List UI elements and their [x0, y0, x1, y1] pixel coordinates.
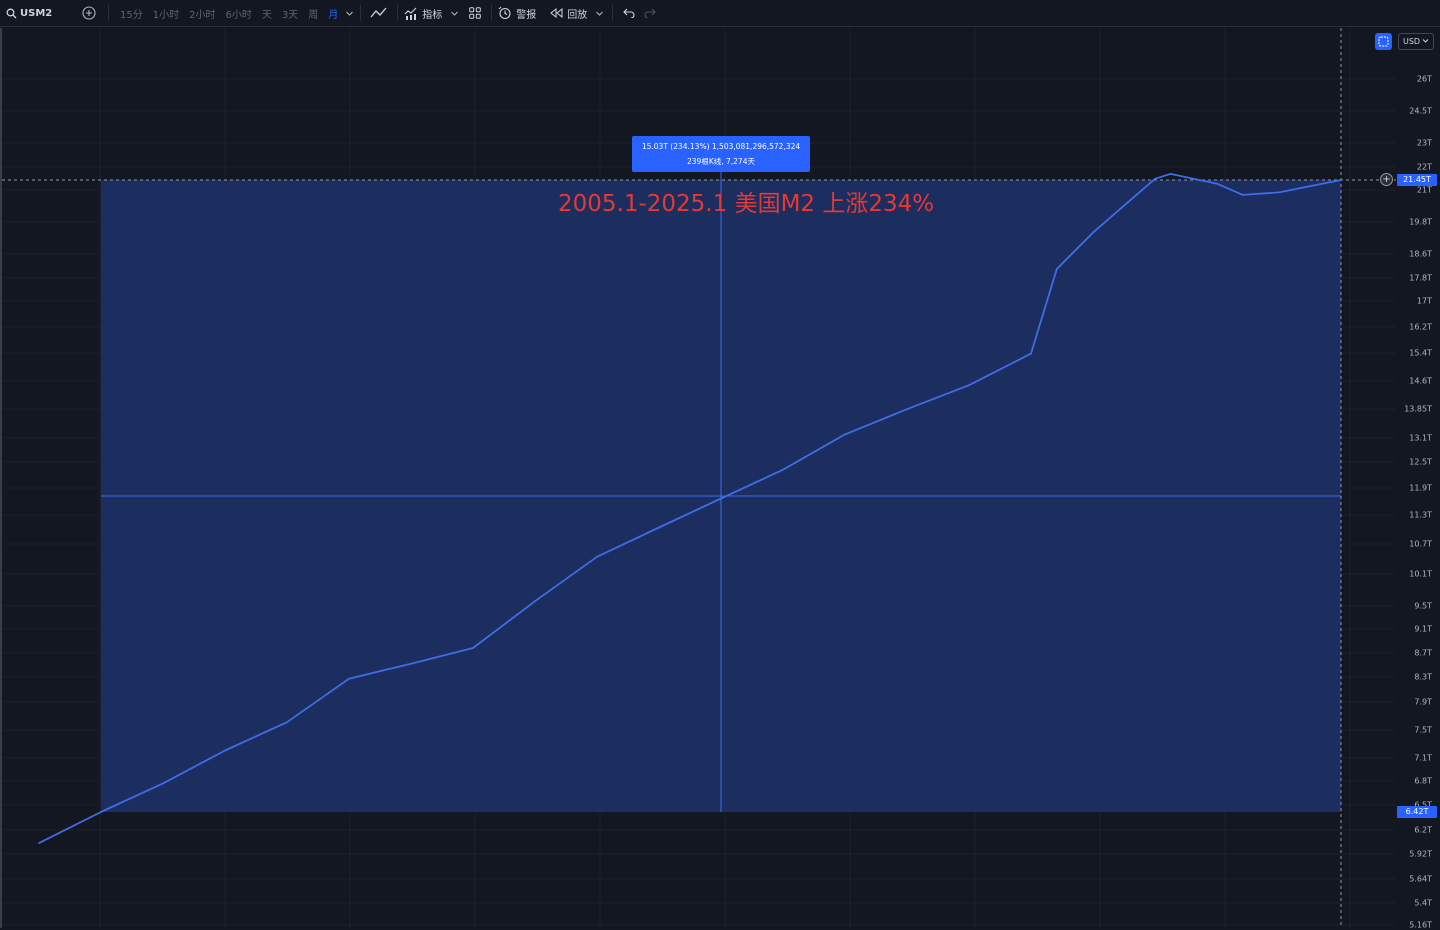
series-point: [968, 384, 970, 386]
series-point: [1030, 352, 1032, 355]
price-tick-label: 5.4T: [1414, 898, 1432, 908]
chevron-down-icon: [1422, 37, 1429, 46]
price-tick-label: 5.16T: [1409, 920, 1432, 930]
price-tick-label: 7.1T: [1414, 753, 1432, 763]
series-point: [1278, 191, 1280, 194]
last-price-tag: 21.45T: [1397, 174, 1437, 186]
series-point: [720, 497, 722, 500]
series-point: [596, 555, 598, 558]
series-point: [162, 782, 164, 785]
series-point: [844, 433, 846, 436]
series-point: [1340, 179, 1342, 181]
series-point: [1216, 182, 1218, 185]
series-point: [38, 842, 40, 844]
price-tick-label: 23T: [1416, 138, 1432, 148]
price-tick-label: 7.5T: [1414, 725, 1432, 735]
price-tick-label: 7.9T: [1414, 697, 1432, 707]
series-point: [782, 468, 784, 471]
price-tick-label: 6.8T: [1414, 776, 1432, 786]
range-start-price-tag: 6.42T: [1397, 806, 1437, 818]
price-tick-label: 10.7T: [1409, 539, 1432, 549]
measure-tooltip: 15.03T (234.13%) 1,503,081,296,572,324 2…: [632, 136, 810, 172]
auto-scale-button[interactable]: [1375, 33, 1392, 50]
currency-label: USD: [1403, 37, 1421, 46]
series-point: [1169, 173, 1172, 175]
price-tick-label: 8.3T: [1414, 672, 1432, 682]
price-tick-label: 11.3T: [1409, 510, 1432, 520]
price-tick-label: 5.64T: [1409, 874, 1432, 884]
price-tick-label: 12.5T: [1409, 457, 1432, 467]
series-point: [1154, 177, 1156, 180]
series-point: [100, 811, 102, 813]
price-tick-label: 18.6T: [1409, 249, 1432, 259]
price-tick-label: 13.85T: [1404, 404, 1432, 414]
price-tick-label: 21T: [1416, 185, 1432, 195]
price-tick-label: 24.5T: [1409, 106, 1432, 116]
price-tick-label: 16.2T: [1409, 322, 1432, 332]
price-tick-label: 17T: [1416, 296, 1432, 306]
series-point: [410, 662, 412, 665]
price-axis[interactable]: 26T 24.5T 23T 22T 21T 19.8T 18.6T 17.8T 17T 16.2T…: [1396, 28, 1440, 930]
lock-icon: [1378, 32, 1389, 51]
series-point: [286, 721, 288, 724]
price-tick-label: 9.5T: [1414, 601, 1432, 611]
price-tick-label: 19.8T: [1409, 217, 1432, 227]
price-tick-label: 17.8T: [1409, 273, 1432, 283]
series-point: [224, 749, 226, 752]
series-point: [534, 600, 536, 603]
series-point: [1242, 194, 1244, 196]
measure-tooltip-line2: 239根K线, 7,274天: [687, 157, 755, 166]
price-tick-label: 22T: [1416, 162, 1432, 172]
price-tick-label: 26T: [1416, 74, 1432, 84]
series-point: [658, 526, 660, 529]
measure-tooltip-line1: 15.03T (234.13%) 1,503,081,296,572,324: [641, 142, 801, 151]
price-tick-label: 8.7T: [1414, 648, 1432, 658]
price-tick-label: 10.1T: [1409, 569, 1432, 579]
currency-selector[interactable]: USD: [1398, 33, 1434, 50]
series-point: [1056, 268, 1058, 270]
add-plus-icon[interactable]: +: [1380, 173, 1393, 186]
series-point: [348, 677, 350, 680]
price-tick-label: 9.1T: [1414, 624, 1432, 634]
price-tick-label: 15.4T: [1409, 348, 1432, 358]
price-tick-label: 6.2T: [1414, 825, 1432, 835]
series-point: [906, 408, 908, 410]
series-point: [1092, 231, 1094, 234]
price-tick-label: 5.92T: [1409, 849, 1432, 859]
chart-annotation[interactable]: 2005.1-2025.1 美国M2 上涨234%: [558, 184, 934, 218]
series-point: [472, 647, 474, 649]
price-tick-label: 13.1T: [1409, 433, 1432, 443]
price-tick-label: 14.6T: [1409, 376, 1432, 386]
price-tick-label: 11.9T: [1409, 483, 1432, 493]
